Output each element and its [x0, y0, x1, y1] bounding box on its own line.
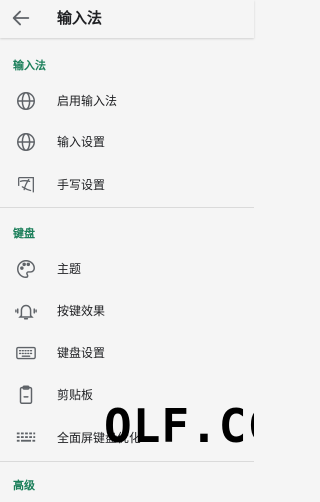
globe-icon [15, 131, 37, 153]
setting-handwriting[interactable]: 手写设置 [0, 165, 254, 205]
back-button[interactable] [10, 7, 32, 29]
setting-key-effects[interactable]: 按键效果 [0, 291, 254, 331]
section-header-advanced: 高级 [13, 479, 35, 492]
setting-label: 启用输入法 [57, 94, 118, 108]
setting-label: 手写设置 [57, 178, 106, 192]
setting-label: 剪贴板 [57, 388, 94, 402]
setting-theme[interactable]: 主题 [0, 249, 254, 289]
divider [0, 461, 254, 462]
bell-vibrate-icon [15, 300, 37, 322]
arrow-left-icon [12, 10, 30, 26]
setting-keyboard-settings[interactable]: 键盘设置 [0, 333, 254, 373]
setting-input-settings[interactable]: 输入设置 [0, 122, 254, 162]
watermark: OLF.CC [104, 399, 254, 453]
section-header-keyboard: 键盘 [13, 227, 35, 240]
setting-label: 输入设置 [57, 135, 106, 149]
keyboard-icon [15, 342, 37, 364]
handwriting-icon [15, 174, 37, 196]
setting-enable-input-method[interactable]: 启用输入法 [0, 81, 254, 121]
app-bar: 输入法 [0, 0, 254, 38]
setting-label: 键盘设置 [57, 346, 106, 360]
setting-label: 按键效果 [57, 304, 106, 318]
palette-icon [15, 258, 37, 280]
page-title: 输入法 [57, 9, 103, 27]
divider [0, 207, 254, 208]
keyboard-grid-icon [15, 427, 37, 449]
clipboard-icon [15, 384, 37, 406]
globe-icon [15, 90, 37, 112]
section-header-input-method: 输入法 [13, 59, 46, 72]
setting-label: 主题 [57, 262, 82, 276]
